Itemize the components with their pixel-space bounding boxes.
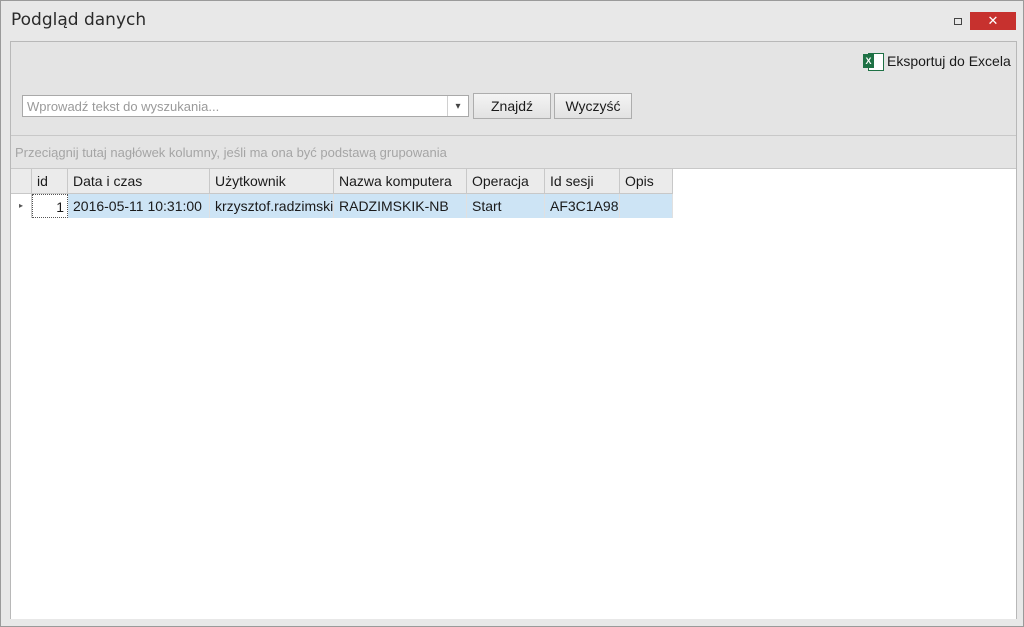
search-combobox[interactable]: ▾ xyxy=(22,95,469,117)
cell-description[interactable] xyxy=(620,194,673,218)
cell-operation[interactable]: Start xyxy=(467,194,545,218)
cell-user[interactable]: krzysztof.radzimski xyxy=(210,194,334,218)
column-header-user[interactable]: Użytkownik xyxy=(210,169,334,193)
cell-datetime[interactable]: 2016-05-11 10:31:00 xyxy=(68,194,210,218)
column-header-session-id[interactable]: Id sesji xyxy=(545,169,620,193)
grid-header: id Data i czas Użytkownik Nazwa komputer… xyxy=(11,169,673,194)
column-header-datetime[interactable]: Data i czas xyxy=(68,169,210,193)
title-bar[interactable]: Podgląd danych ✕ xyxy=(1,1,1023,41)
close-icon: ✕ xyxy=(987,13,999,29)
search-input[interactable] xyxy=(23,96,455,116)
cell-session-id[interactable]: AF3C1A98 xyxy=(545,194,620,218)
table-row[interactable]: ▸ 1 2016-05-11 10:31:00 krzysztof.radzim… xyxy=(11,194,673,218)
data-grid[interactable]: id Data i czas Użytkownik Nazwa komputer… xyxy=(11,168,1016,619)
window-title: Podgląd danych xyxy=(11,10,147,30)
row-indicator-icon[interactable]: ▸ xyxy=(11,194,32,218)
clear-button[interactable]: Wyczyść xyxy=(554,93,632,119)
column-header-operation[interactable]: Operacja xyxy=(467,169,545,193)
column-header-description[interactable]: Opis xyxy=(620,169,673,193)
cell-computer[interactable]: RADZIMSKIK-NB xyxy=(334,194,467,218)
export-label: Eksportuj do Excela xyxy=(887,53,1011,69)
find-button[interactable]: Znajdź xyxy=(473,93,551,119)
group-by-panel[interactable]: Przeciągnij tutaj nagłówek kolumny, jeśl… xyxy=(11,136,1016,168)
main-panel: X Eksportuj do Excela ▾ Znajdź Wyczyść P… xyxy=(10,41,1017,619)
minimize-icon xyxy=(954,17,962,25)
chevron-down-icon[interactable]: ▾ xyxy=(447,96,468,116)
group-by-hint: Przeciągnij tutaj nagłówek kolumny, jeśl… xyxy=(15,145,447,160)
excel-icon: X xyxy=(863,51,884,71)
close-button[interactable]: ✕ xyxy=(970,12,1016,30)
column-header-id[interactable]: id xyxy=(32,169,68,193)
column-header-computer[interactable]: Nazwa komputera xyxy=(334,169,467,193)
minimize-button[interactable] xyxy=(948,12,968,30)
export-to-excel-button[interactable]: X Eksportuj do Excela xyxy=(863,50,1011,72)
header-indicator-cell xyxy=(11,169,32,193)
data-preview-window: Podgląd danych ✕ X Eksportuj do Excela ▾… xyxy=(0,0,1024,627)
cell-id[interactable]: 1 xyxy=(32,194,68,218)
